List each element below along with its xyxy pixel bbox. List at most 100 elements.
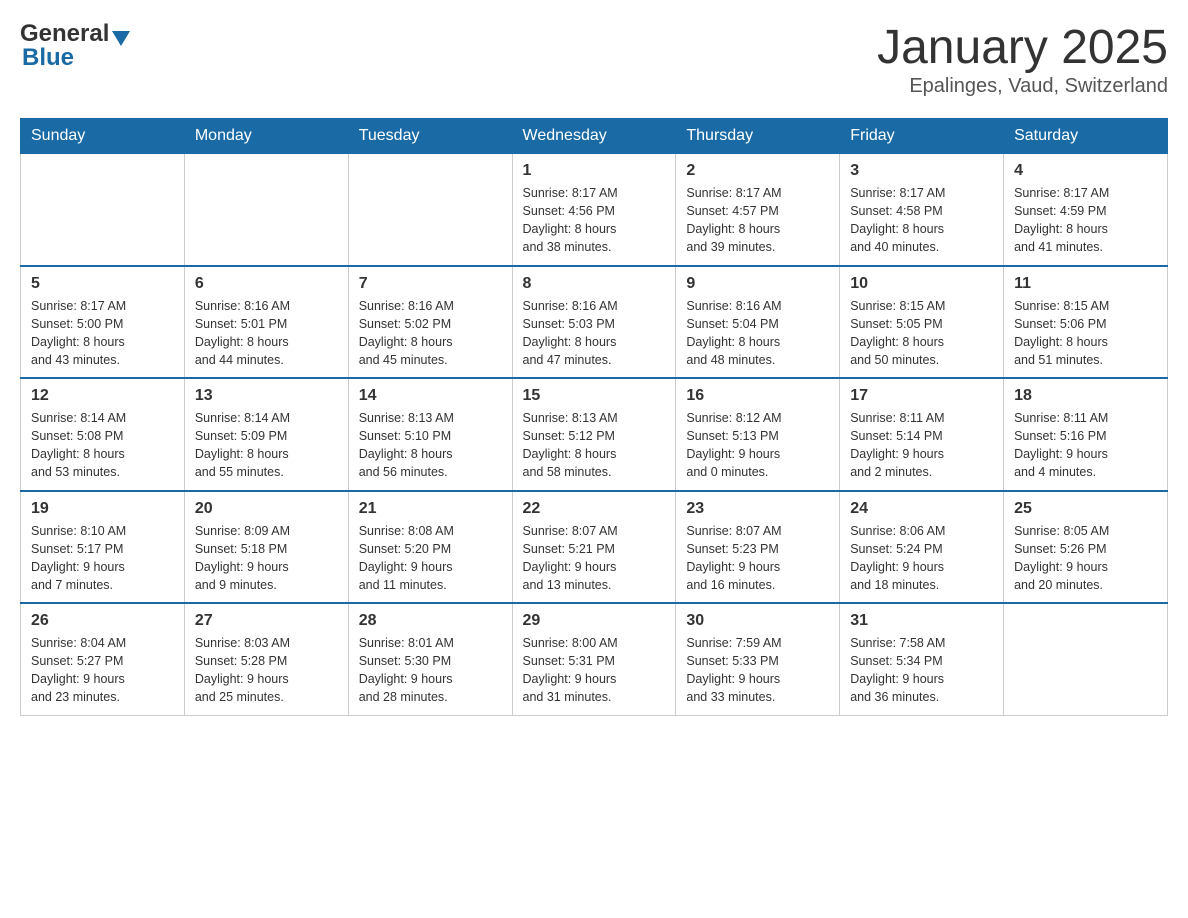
calendar-day-cell: 15 Sunrise: 8:13 AM Sunset: 5:12 PM Dayli… (512, 378, 676, 491)
day-info: Sunrise: 8:01 AM Sunset: 5:30 PM Dayligh… (359, 634, 502, 707)
calendar-day-cell: 9Sunrise: 8:16 AM Sunset: 5:04 PM Daylig… (676, 266, 840, 379)
day-info: Sunrise: 8:17 AM Sunset: 4:59 PM Dayligh… (1014, 184, 1157, 257)
day-number: 4 (1014, 162, 1157, 180)
day-of-week-header: Saturday (1004, 119, 1168, 154)
day-info: Sunrise: 8:17 AM Sunset: 5:00 PM Dayligh… (31, 297, 174, 370)
calendar-day-cell: 28 Sunrise: 8:01 AM Sunset: 5:30 PM Dayli… (348, 603, 512, 715)
calendar-week-row: 26Sunrise: 8:04 AM Sunset: 5:27 PM Dayli… (21, 603, 1168, 715)
day-info: Sunrise: 8:10 AM Sunset: 5:17 PM Dayligh… (31, 522, 174, 595)
day-number: 22 (523, 500, 666, 518)
day-number: 11 (1014, 275, 1157, 293)
calendar-week-row: 5 Sunrise: 8:17 AM Sunset: 5:00 PM Daylig… (21, 266, 1168, 379)
calendar-day-cell: 31 Sunrise: 7:58 AM Sunset: 5:34 PM Dayli… (840, 603, 1004, 715)
day-info: Sunrise: 8:14 AM Sunset: 5:08 PM Dayligh… (31, 409, 174, 482)
day-info: Sunrise: 8:11 AM Sunset: 5:14 PM Dayligh… (850, 409, 993, 482)
day-number: 17 (850, 387, 993, 405)
calendar-day-cell: 13 Sunrise: 8:14 AM Sunset: 5:09 PM Dayli… (184, 378, 348, 491)
calendar-day-cell: 17 Sunrise: 8:11 AM Sunset: 5:14 PM Dayli… (840, 378, 1004, 491)
day-number: 29 (523, 612, 666, 630)
day-number: 26 (31, 612, 174, 630)
day-number: 12 (31, 387, 174, 405)
calendar-day-cell: 19 Sunrise: 8:10 AM Sunset: 5:17 PM Dayli… (21, 491, 185, 604)
day-info: Sunrise: 8:17 AM Sunset: 4:58 PM Dayligh… (850, 184, 993, 257)
day-number: 19 (31, 500, 174, 518)
day-info: Sunrise: 8:06 AM Sunset: 5:24 PM Dayligh… (850, 522, 993, 595)
day-number: 20 (195, 500, 338, 518)
day-info: Sunrise: 8:16 AM Sunset: 5:01 PM Dayligh… (195, 297, 338, 370)
calendar-table: SundayMondayTuesdayWednesdayThursdayFrid… (20, 118, 1168, 716)
day-number: 21 (359, 500, 502, 518)
day-number: 5 (31, 275, 174, 293)
day-info: Sunrise: 8:16 AM Sunset: 5:02 PM Dayligh… (359, 297, 502, 370)
day-number: 16 (686, 387, 829, 405)
calendar-day-cell: 7Sunrise: 8:16 AM Sunset: 5:02 PM Daylig… (348, 266, 512, 379)
day-number: 13 (195, 387, 338, 405)
day-of-week-header: Monday (184, 119, 348, 154)
day-of-week-header: Friday (840, 119, 1004, 154)
day-info: Sunrise: 8:08 AM Sunset: 5:20 PM Dayligh… (359, 522, 502, 595)
calendar-day-cell: 29 Sunrise: 8:00 AM Sunset: 5:31 PM Dayli… (512, 603, 676, 715)
calendar-day-cell: 20 Sunrise: 8:09 AM Sunset: 5:18 PM Dayli… (184, 491, 348, 604)
day-number: 15 (523, 387, 666, 405)
calendar-day-cell: 26Sunrise: 8:04 AM Sunset: 5:27 PM Dayli… (21, 603, 185, 715)
calendar-day-cell: 11 Sunrise: 8:15 AM Sunset: 5:06 PM Dayli… (1004, 266, 1168, 379)
day-of-week-header: Thursday (676, 119, 840, 154)
day-number: 9 (686, 275, 829, 293)
day-number: 10 (850, 275, 993, 293)
day-info: Sunrise: 8:14 AM Sunset: 5:09 PM Dayligh… (195, 409, 338, 482)
calendar-day-cell: 22 Sunrise: 8:07 AM Sunset: 5:21 PM Dayli… (512, 491, 676, 604)
logo: General Blue (20, 20, 130, 72)
day-of-week-header: Wednesday (512, 119, 676, 154)
day-info: Sunrise: 7:58 AM Sunset: 5:34 PM Dayligh… (850, 634, 993, 707)
calendar-day-cell (348, 154, 512, 266)
calendar-header-row: SundayMondayTuesdayWednesdayThursdayFrid… (21, 119, 1168, 154)
day-number: 14 (359, 387, 502, 405)
day-of-week-header: Sunday (21, 119, 185, 154)
calendar-week-row: 1Sunrise: 8:17 AM Sunset: 4:56 PM Daylig… (21, 154, 1168, 266)
calendar-day-cell: 23Sunrise: 8:07 AM Sunset: 5:23 PM Dayli… (676, 491, 840, 604)
calendar-day-cell: 1Sunrise: 8:17 AM Sunset: 4:56 PM Daylig… (512, 154, 676, 266)
day-of-week-header: Tuesday (348, 119, 512, 154)
calendar-day-cell (184, 154, 348, 266)
day-info: Sunrise: 8:00 AM Sunset: 5:31 PM Dayligh… (523, 634, 666, 707)
calendar-day-cell: 30 Sunrise: 7:59 AM Sunset: 5:33 PM Dayli… (676, 603, 840, 715)
day-number: 23 (686, 500, 829, 518)
calendar-day-cell: 24 Sunrise: 8:06 AM Sunset: 5:24 PM Dayli… (840, 491, 1004, 604)
calendar-day-cell: 5 Sunrise: 8:17 AM Sunset: 5:00 PM Daylig… (21, 266, 185, 379)
page-header: General Blue January 2025 Epalinges, Vau… (20, 20, 1168, 98)
day-info: Sunrise: 8:05 AM Sunset: 5:26 PM Dayligh… (1014, 522, 1157, 595)
day-info: Sunrise: 8:17 AM Sunset: 4:56 PM Dayligh… (523, 184, 666, 257)
calendar-day-cell: 8Sunrise: 8:16 AM Sunset: 5:03 PM Daylig… (512, 266, 676, 379)
day-number: 2 (686, 162, 829, 180)
day-number: 25 (1014, 500, 1157, 518)
day-info: Sunrise: 8:13 AM Sunset: 5:12 PM Dayligh… (523, 409, 666, 482)
calendar-day-cell: 4 Sunrise: 8:17 AM Sunset: 4:59 PM Daylig… (1004, 154, 1168, 266)
calendar-day-cell (21, 154, 185, 266)
day-info: Sunrise: 8:03 AM Sunset: 5:28 PM Dayligh… (195, 634, 338, 707)
calendar-day-cell: 21 Sunrise: 8:08 AM Sunset: 5:20 PM Dayli… (348, 491, 512, 604)
calendar-day-cell: 3 Sunrise: 8:17 AM Sunset: 4:58 PM Daylig… (840, 154, 1004, 266)
calendar-week-row: 12 Sunrise: 8:14 AM Sunset: 5:08 PM Dayli… (21, 378, 1168, 491)
day-number: 6 (195, 275, 338, 293)
day-number: 18 (1014, 387, 1157, 405)
day-number: 30 (686, 612, 829, 630)
logo-blue-text: Blue (22, 44, 130, 72)
calendar-day-cell: 6 Sunrise: 8:16 AM Sunset: 5:01 PM Daylig… (184, 266, 348, 379)
day-info: Sunrise: 8:16 AM Sunset: 5:03 PM Dayligh… (523, 297, 666, 370)
day-number: 31 (850, 612, 993, 630)
day-number: 24 (850, 500, 993, 518)
calendar-day-cell (1004, 603, 1168, 715)
day-info: Sunrise: 8:12 AM Sunset: 5:13 PM Dayligh… (686, 409, 829, 482)
day-info: Sunrise: 8:15 AM Sunset: 5:06 PM Dayligh… (1014, 297, 1157, 370)
calendar-day-cell: 25 Sunrise: 8:05 AM Sunset: 5:26 PM Dayli… (1004, 491, 1168, 604)
calendar-title: January 2025 (877, 20, 1168, 75)
calendar-day-cell: 16 Sunrise: 8:12 AM Sunset: 5:13 PM Dayli… (676, 378, 840, 491)
calendar-day-cell: 18Sunrise: 8:11 AM Sunset: 5:16 PM Dayli… (1004, 378, 1168, 491)
day-info: Sunrise: 8:07 AM Sunset: 5:21 PM Dayligh… (523, 522, 666, 595)
calendar-day-cell: 12 Sunrise: 8:14 AM Sunset: 5:08 PM Dayli… (21, 378, 185, 491)
day-number: 28 (359, 612, 502, 630)
logo-triangle-icon (112, 31, 130, 46)
day-number: 3 (850, 162, 993, 180)
day-info: Sunrise: 8:09 AM Sunset: 5:18 PM Dayligh… (195, 522, 338, 595)
day-info: Sunrise: 7:59 AM Sunset: 5:33 PM Dayligh… (686, 634, 829, 707)
